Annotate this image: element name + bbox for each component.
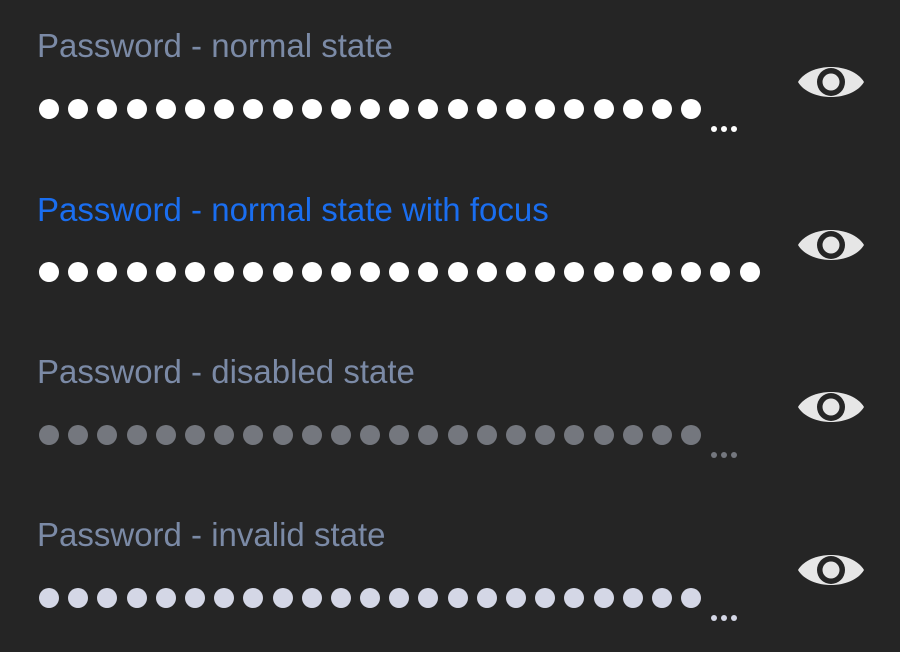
mask-dot bbox=[39, 262, 59, 282]
mask-dot bbox=[389, 588, 410, 608]
password-label: Password - invalid state bbox=[37, 516, 386, 553]
eye-icon[interactable] bbox=[796, 220, 866, 270]
mask-dot bbox=[389, 425, 410, 445]
mask-dot bbox=[681, 588, 702, 608]
mask-dot bbox=[447, 262, 468, 282]
mask-dot bbox=[126, 262, 147, 282]
mask-dot bbox=[447, 425, 468, 445]
mask-dot bbox=[593, 425, 614, 445]
password-masked-value[interactable] bbox=[39, 578, 741, 621]
mask-dot bbox=[476, 262, 497, 282]
mask-dot bbox=[564, 588, 585, 608]
mask-dot bbox=[97, 425, 118, 445]
mask-dot bbox=[330, 588, 351, 608]
truncation-ellipsis bbox=[711, 601, 741, 621]
mask-dot bbox=[126, 425, 147, 445]
mask-dot bbox=[68, 262, 89, 282]
mask-dot bbox=[243, 262, 264, 282]
password-label: Password - normal state with focus bbox=[37, 191, 549, 228]
mask-dot bbox=[360, 425, 381, 445]
mask-dot bbox=[360, 262, 381, 282]
mask-dot bbox=[593, 262, 614, 282]
truncation-ellipsis bbox=[711, 438, 741, 458]
mask-dot bbox=[418, 425, 439, 445]
mask-dot bbox=[243, 588, 264, 608]
mask-dot bbox=[243, 425, 264, 445]
mask-dot bbox=[126, 588, 147, 608]
mask-dot bbox=[651, 425, 672, 445]
mask-dot bbox=[535, 588, 556, 608]
mask-dot bbox=[506, 425, 526, 445]
mask-dot bbox=[330, 425, 351, 445]
mask-dot bbox=[68, 425, 89, 445]
password-field-invalid[interactable]: Password - invalid state bbox=[0, 0, 900, 621]
mask-dot bbox=[564, 262, 585, 282]
mask-dot bbox=[184, 425, 205, 445]
mask-dot bbox=[476, 425, 497, 445]
mask-dot bbox=[360, 588, 381, 608]
mask-dot bbox=[272, 425, 293, 445]
mask-dot bbox=[301, 425, 322, 445]
mask-dot bbox=[651, 588, 672, 608]
mask-dot bbox=[710, 262, 731, 282]
eye-icon[interactable] bbox=[796, 382, 866, 432]
mask-dot bbox=[622, 425, 643, 445]
mask-dot bbox=[418, 262, 439, 282]
mask-dot bbox=[506, 262, 526, 282]
mask-dot bbox=[622, 262, 643, 282]
mask-dot bbox=[272, 262, 293, 282]
mask-dot bbox=[622, 588, 643, 608]
mask-dot bbox=[447, 588, 468, 608]
mask-dot bbox=[535, 262, 556, 282]
mask-dot bbox=[301, 262, 322, 282]
mask-dot bbox=[39, 588, 59, 608]
mask-dot bbox=[389, 262, 410, 282]
mask-dot bbox=[681, 262, 702, 282]
mask-dot bbox=[301, 588, 322, 608]
mask-dot bbox=[39, 425, 59, 445]
mask-dot bbox=[155, 588, 176, 608]
mask-dot bbox=[564, 425, 585, 445]
mask-dot bbox=[214, 588, 235, 608]
mask-dot bbox=[476, 588, 497, 608]
mask-dot bbox=[681, 425, 702, 445]
mask-dot bbox=[535, 425, 556, 445]
eye-icon[interactable] bbox=[796, 545, 866, 595]
mask-dot bbox=[330, 262, 351, 282]
password-masked-value bbox=[39, 415, 741, 458]
mask-dot bbox=[97, 588, 118, 608]
mask-dot bbox=[506, 588, 526, 608]
mask-dot bbox=[155, 425, 176, 445]
mask-dot bbox=[184, 262, 205, 282]
mask-dot bbox=[214, 425, 235, 445]
mask-dot bbox=[155, 262, 176, 282]
password-label: Password - disabled state bbox=[37, 353, 415, 390]
mask-dot bbox=[418, 588, 439, 608]
mask-dot bbox=[214, 262, 235, 282]
password-masked-value[interactable] bbox=[39, 252, 769, 292]
mask-dot bbox=[651, 262, 672, 282]
mask-dot bbox=[739, 262, 760, 282]
mask-dot bbox=[184, 588, 205, 608]
mask-dot bbox=[593, 588, 614, 608]
mask-dot bbox=[272, 588, 293, 608]
mask-dot bbox=[97, 262, 118, 282]
mask-dot bbox=[68, 588, 89, 608]
